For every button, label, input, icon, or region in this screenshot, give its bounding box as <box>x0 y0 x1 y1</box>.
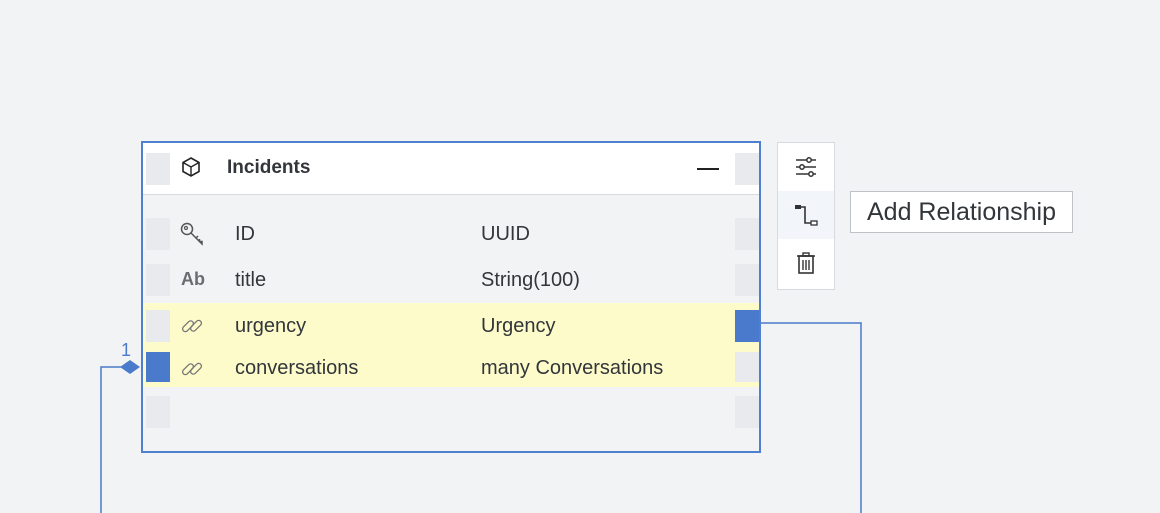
header-right-port[interactable] <box>735 153 759 185</box>
entity-incidents[interactable]: Incidents ID UUID Ab title String(100) u… <box>141 141 761 453</box>
add-relationship-button[interactable] <box>778 191 834 239</box>
link-icon <box>181 362 203 376</box>
entity-title: Incidents <box>227 157 311 178</box>
field-name: conversations <box>235 357 359 379</box>
empty-field-row[interactable] <box>143 393 759 431</box>
row-left-port[interactable] <box>146 310 170 342</box>
multiplicity-label: 1 <box>121 340 132 360</box>
text-type-icon: Ab <box>181 269 205 289</box>
header-left-port[interactable] <box>146 153 170 185</box>
urgency-connector[interactable] <box>760 322 862 513</box>
composition-diamond-icon <box>120 360 140 374</box>
collapse-button[interactable] <box>697 168 719 170</box>
key-icon <box>180 222 203 246</box>
add-relationship-tooltip: Add Relationship <box>850 191 1074 233</box>
trash-icon <box>797 252 815 274</box>
field-row-conversations[interactable]: conversations many Conversations <box>143 349 759 387</box>
row-right-port-active[interactable] <box>735 310 759 342</box>
field-type: many Conversations <box>481 357 664 379</box>
row-right-port[interactable] <box>735 264 759 296</box>
field-type: Urgency <box>481 315 556 337</box>
field-row-title[interactable]: Ab title String(100) <box>143 261 759 299</box>
row-left-port[interactable] <box>146 264 170 296</box>
entity-header[interactable]: Incidents <box>143 143 759 195</box>
link-icon <box>181 319 203 333</box>
row-left-port[interactable] <box>146 396 170 428</box>
row-right-port[interactable] <box>735 396 759 428</box>
row-right-port[interactable] <box>735 352 759 382</box>
row-left-port-active[interactable] <box>146 352 170 382</box>
field-name: title <box>235 269 267 291</box>
field-row-id[interactable]: ID UUID <box>143 215 759 253</box>
entity-icon <box>182 157 200 177</box>
conversations-connector[interactable] <box>100 366 121 513</box>
row-left-port[interactable] <box>146 218 170 250</box>
field-type: String(100) <box>481 269 580 291</box>
row-right-port[interactable] <box>735 218 759 250</box>
relationship-icon <box>795 205 818 226</box>
field-row-urgency[interactable]: urgency Urgency <box>143 303 759 349</box>
field-name: ID <box>235 223 255 245</box>
delete-button[interactable] <box>778 239 834 287</box>
properties-button[interactable] <box>778 143 834 191</box>
field-name: urgency <box>235 315 307 337</box>
sliders-icon <box>796 157 816 177</box>
entity-toolbar <box>777 142 835 290</box>
field-type: UUID <box>481 223 530 245</box>
